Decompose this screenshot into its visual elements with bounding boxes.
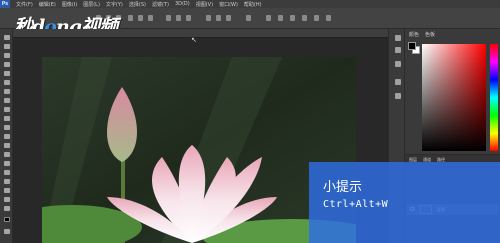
tools-panel bbox=[0, 29, 13, 243]
paragraph-panel-icon[interactable] bbox=[395, 93, 401, 99]
distribute-left-icon[interactable] bbox=[206, 15, 211, 21]
hue-slider[interactable] bbox=[490, 44, 498, 151]
3d-scale-icon[interactable] bbox=[326, 15, 331, 21]
distribute-bottom-icon[interactable] bbox=[186, 15, 191, 21]
3d-slide-icon[interactable] bbox=[314, 15, 319, 21]
foreground-color-swatch[interactable] bbox=[408, 42, 416, 50]
tab-color[interactable]: 颜色 bbox=[409, 31, 419, 38]
eyedropper-tool-icon[interactable] bbox=[4, 80, 10, 85]
color-picker-field[interactable] bbox=[422, 44, 486, 151]
zoom-tool-icon[interactable] bbox=[4, 206, 10, 211]
align-bottom-icon[interactable] bbox=[148, 15, 153, 21]
tip-overlay: 小提示 Ctrl+Alt+W bbox=[309, 162, 500, 243]
distribute-center-icon[interactable] bbox=[216, 15, 221, 21]
3d-mode-icon[interactable] bbox=[266, 15, 271, 21]
history-panel-icon[interactable] bbox=[395, 35, 401, 41]
quick-mask-icon[interactable] bbox=[4, 229, 10, 234]
history-brush-tool-icon[interactable] bbox=[4, 116, 10, 121]
foreground-color-swatch[interactable] bbox=[4, 217, 10, 222]
eraser-tool-icon[interactable] bbox=[4, 125, 10, 130]
mouse-cursor-icon: ↖ bbox=[191, 36, 197, 44]
distribute-top-icon[interactable] bbox=[166, 15, 171, 21]
quick-select-tool-icon[interactable] bbox=[4, 62, 10, 67]
menu-layer[interactable]: 图层(L) bbox=[83, 1, 100, 8]
menu-bar: Ps 文件(F) 编辑(E) 图像(I) 图层(L) 文字(Y) 选择(S) 滤… bbox=[0, 0, 500, 8]
marquee-tool-icon[interactable] bbox=[4, 44, 10, 49]
tab-swatches[interactable]: 色板 bbox=[425, 31, 435, 38]
photoshop-logo: Ps bbox=[0, 0, 10, 8]
move-tool-icon[interactable] bbox=[4, 35, 10, 40]
3d-pan-icon[interactable] bbox=[302, 15, 307, 21]
blur-tool-icon[interactable] bbox=[4, 143, 10, 148]
distribute-middle-icon[interactable] bbox=[176, 15, 181, 21]
clone-stamp-tool-icon[interactable] bbox=[4, 107, 10, 112]
path-select-tool-icon[interactable] bbox=[4, 179, 10, 184]
dodge-tool-icon[interactable] bbox=[4, 152, 10, 157]
menu-view[interactable]: 视图(V) bbox=[196, 1, 213, 8]
tip-title: 小提示 bbox=[323, 180, 363, 195]
3d-rotate-icon[interactable] bbox=[278, 15, 283, 21]
menu-help[interactable]: 帮助(H) bbox=[244, 1, 262, 8]
align-top-icon[interactable] bbox=[128, 15, 133, 21]
menu-edit[interactable]: 编辑(E) bbox=[39, 1, 56, 8]
character-panel-icon[interactable] bbox=[395, 79, 401, 85]
tip-shortcut-text: Ctrl+Alt+W bbox=[323, 199, 389, 210]
properties-panel-icon[interactable] bbox=[395, 47, 401, 53]
type-tool-icon[interactable] bbox=[4, 170, 10, 175]
gradient-tool-icon[interactable] bbox=[4, 134, 10, 139]
lasso-tool-icon[interactable] bbox=[4, 53, 10, 58]
adjustments-panel-icon[interactable] bbox=[395, 61, 401, 67]
pen-tool-icon[interactable] bbox=[4, 161, 10, 166]
auto-align-icon[interactable] bbox=[246, 15, 251, 21]
menu-3d[interactable]: 3D(D) bbox=[175, 1, 190, 7]
3d-roll-icon[interactable] bbox=[290, 15, 295, 21]
rectangle-tool-icon[interactable] bbox=[4, 188, 10, 193]
color-panel: 颜色 色板 bbox=[405, 29, 500, 154]
menu-filter[interactable]: 滤镜(T) bbox=[152, 1, 169, 8]
menu-type[interactable]: 文字(Y) bbox=[106, 1, 123, 8]
crop-tool-icon[interactable] bbox=[4, 71, 10, 76]
brush-tool-icon[interactable] bbox=[4, 98, 10, 103]
menu-window[interactable]: 窗口(W) bbox=[219, 1, 238, 8]
hand-tool-icon[interactable] bbox=[4, 197, 10, 202]
menu-image[interactable]: 图像(I) bbox=[62, 1, 77, 8]
align-middle-icon[interactable] bbox=[138, 15, 143, 21]
distribute-right-icon[interactable] bbox=[226, 15, 231, 21]
healing-brush-tool-icon[interactable] bbox=[4, 89, 10, 94]
document-tab[interactable] bbox=[13, 29, 388, 38]
menu-file[interactable]: 文件(F) bbox=[16, 1, 33, 8]
menu-select[interactable]: 选择(S) bbox=[129, 1, 146, 8]
